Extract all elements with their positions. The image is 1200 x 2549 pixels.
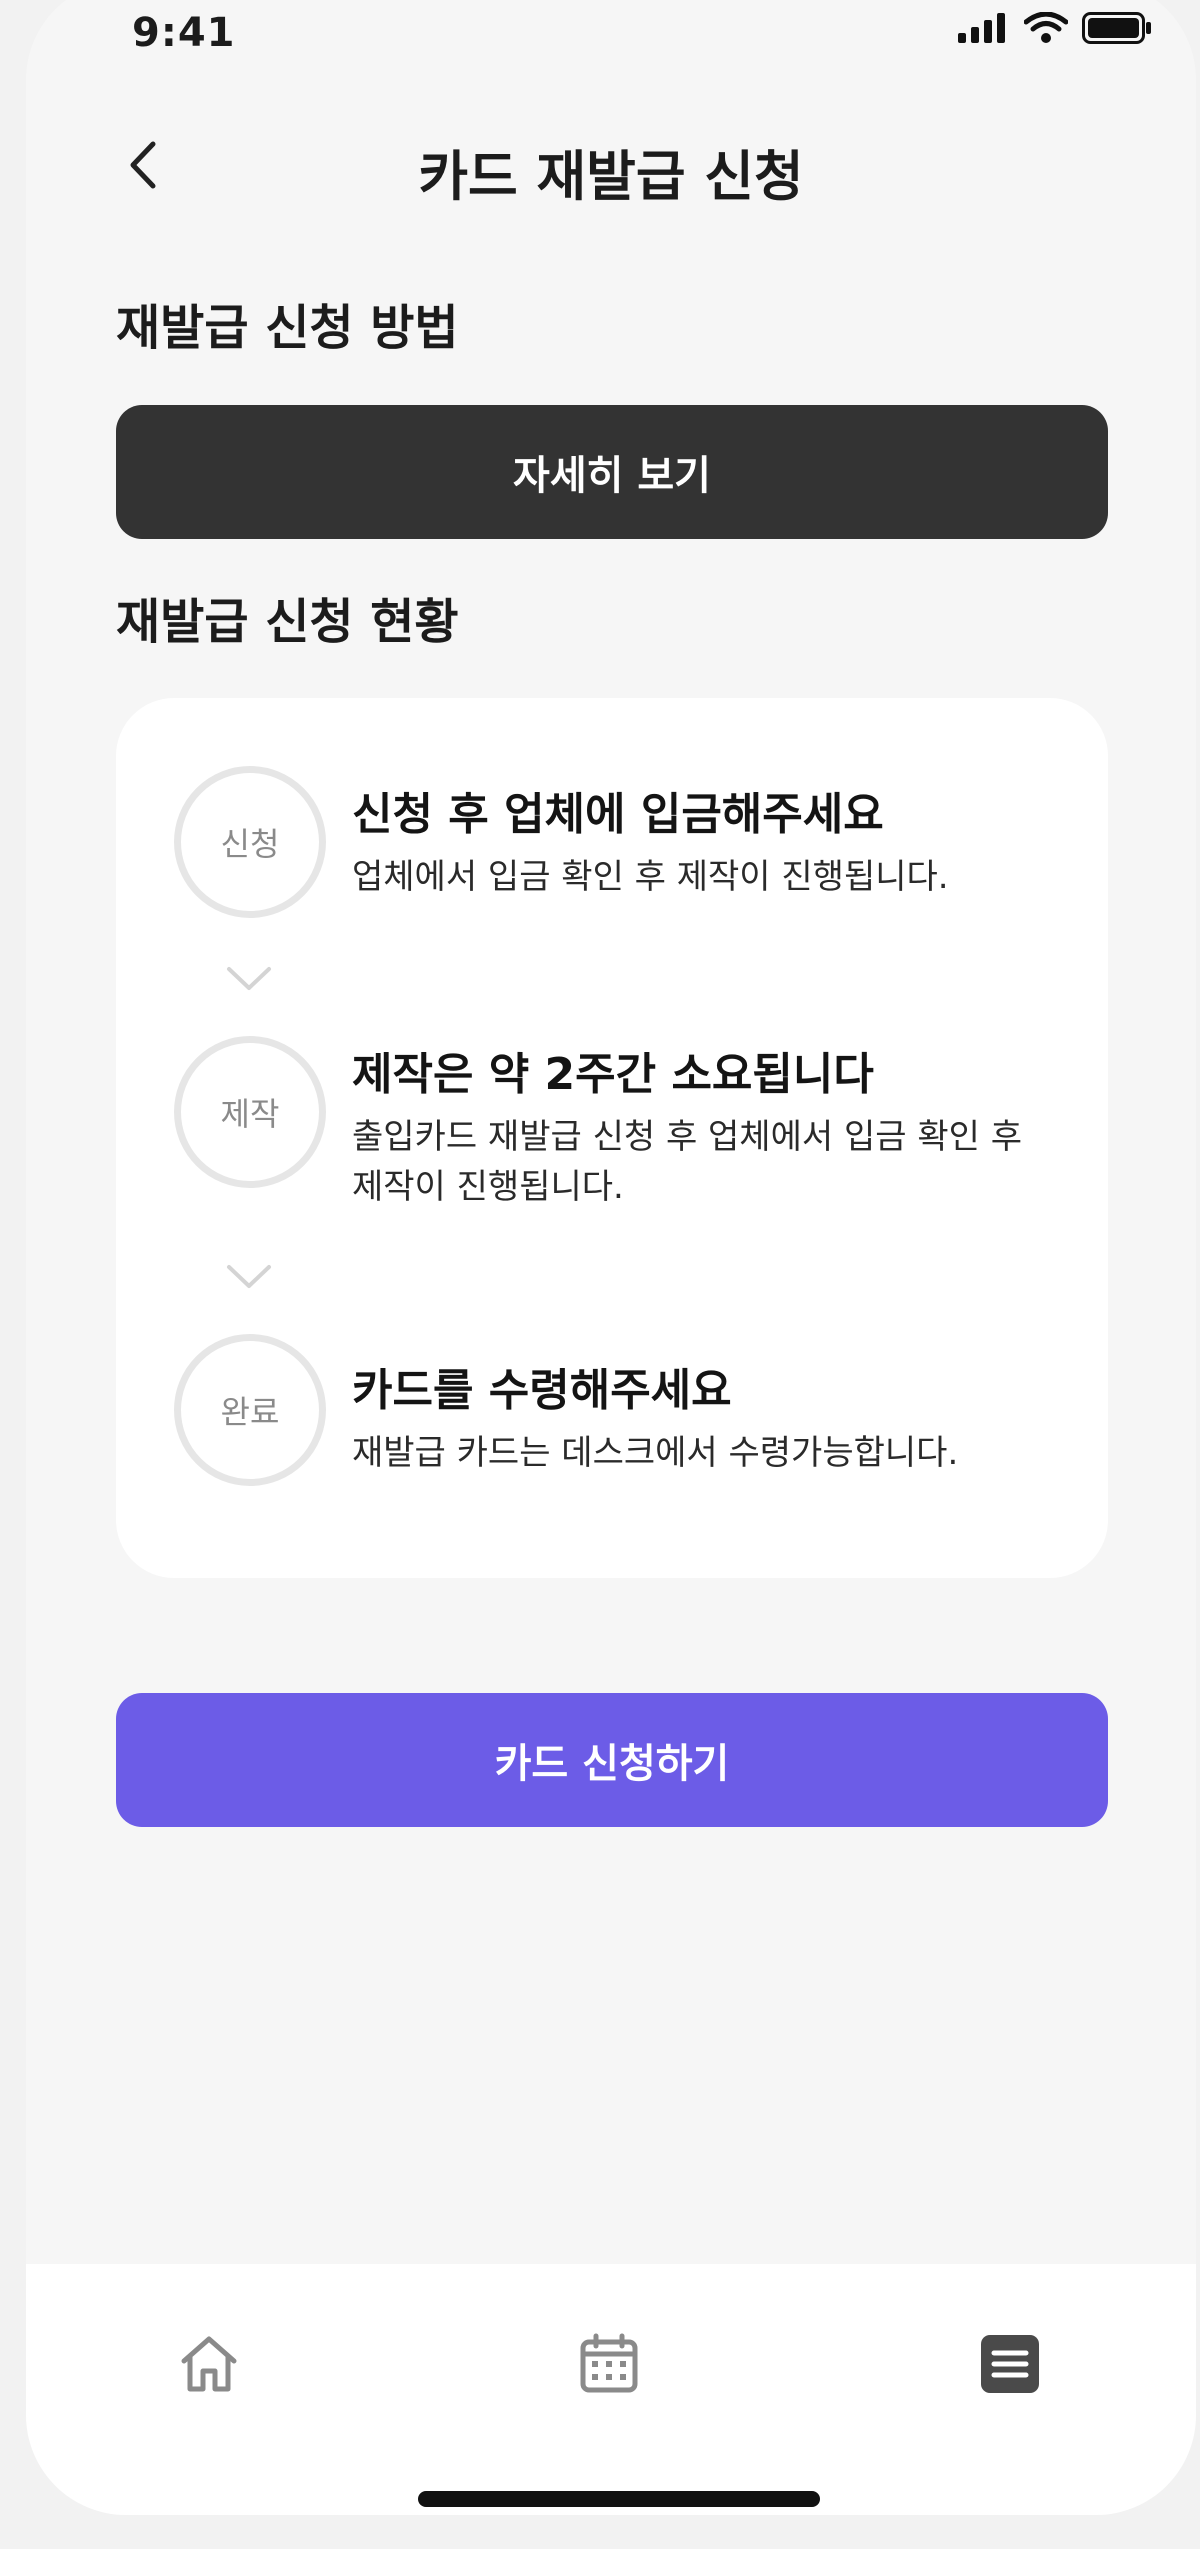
apply-card-button[interactable]: 카드 신청하기 <box>116 1693 1108 1827</box>
home-indicator <box>418 2491 820 2507</box>
detail-button[interactable]: 자세히 보기 <box>116 405 1108 539</box>
tab-bar <box>26 2264 1196 2515</box>
tab-list[interactable] <box>970 2324 1050 2404</box>
status-card: 신청 신청 후 업체에 입금해주세요 업체에서 입금 확인 후 제작이 진행됩니… <box>116 698 1108 1578</box>
battery-icon <box>1082 12 1151 44</box>
calendar-icon <box>580 2333 638 2393</box>
signal-icon <box>958 13 1005 43</box>
step-badge-production: 제작 <box>174 1036 326 1188</box>
step-desc: 출입카드 재발급 신청 후 업체에서 입금 확인 후 제작이 진행됩니다. <box>352 1117 1022 1207</box>
step-badge-complete: 완료 <box>174 1334 326 1486</box>
chevron-down-icon <box>227 1265 271 1288</box>
home-icon <box>181 2336 237 2392</box>
method-section-title: 재발급 신청 방법 <box>116 300 459 356</box>
step-apply: 신청 후 업체에 입금해주세요 업체에서 입금 확인 후 제작이 진행됩니다. <box>352 778 1062 902</box>
step-complete: 카드를 수령해주세요 재발급 카드는 데스크에서 수령가능합니다. <box>352 1354 1062 1478</box>
status-icons <box>958 12 1152 44</box>
step-desc: 업체에서 입금 확인 후 제작이 진행됩니다. <box>352 857 949 897</box>
tab-calendar[interactable] <box>569 2324 649 2404</box>
chevron-down-icon <box>227 967 271 990</box>
status-section-title: 재발급 신청 현황 <box>116 594 459 650</box>
phone-screen: 9:41 카드 재발급 신청 재발급 신청 방법 자세히 보기 재발급 신청 현… <box>26 0 1196 2515</box>
step-title: 신청 후 업체에 입금해주세요 <box>352 789 884 840</box>
wifi-icon <box>1024 12 1068 43</box>
status-bar: 9:41 <box>26 0 1196 90</box>
tab-home[interactable] <box>169 2324 249 2404</box>
step-production: 제작은 약 2주간 소요됩니다 출입카드 재발급 신청 후 업체에서 입금 확인… <box>352 1038 1062 1212</box>
page-title: 카드 재발급 신청 <box>418 145 804 208</box>
step-desc: 재발급 카드는 데스크에서 수령가능합니다. <box>352 1433 959 1473</box>
step-badge-apply: 신청 <box>174 766 326 918</box>
step-title: 카드를 수령해주세요 <box>352 1365 732 1416</box>
step-title: 제작은 약 2주간 소요됩니다 <box>352 1049 874 1100</box>
list-icon <box>981 2335 1039 2393</box>
status-time: 9:41 <box>132 10 236 56</box>
